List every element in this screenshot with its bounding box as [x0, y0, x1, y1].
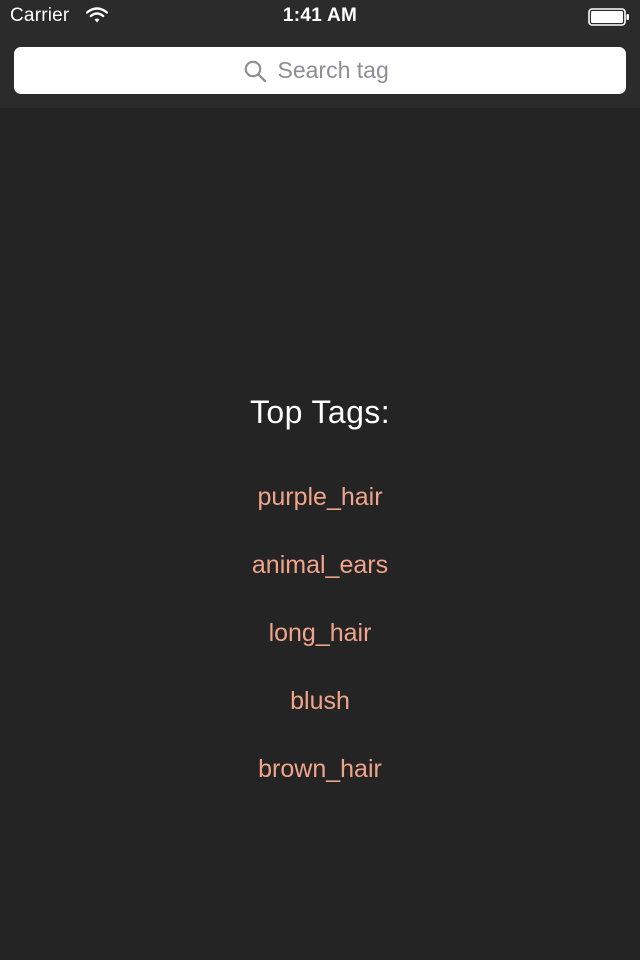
tag-item-animal-ears[interactable]: animal_ears	[0, 548, 640, 616]
status-bar: Carrier 1:41 AM	[0, 0, 640, 34]
tag-item-long-hair[interactable]: long_hair	[0, 616, 640, 684]
search-bar[interactable]	[14, 47, 626, 94]
tag-item-brown-hair[interactable]: brown_hair	[0, 752, 640, 820]
top-bar-area: Carrier 1:41 AM	[0, 0, 640, 108]
search-input[interactable]	[277, 57, 398, 84]
main-content: Top Tags: purple_hair animal_ears long_h…	[0, 108, 640, 960]
status-time: 1:41 AM	[282, 5, 358, 26]
tag-item-blush[interactable]: blush	[0, 684, 640, 752]
tag-list: purple_hair animal_ears long_hair blush …	[0, 480, 640, 820]
search-icon	[244, 60, 266, 82]
tag-item-purple-hair[interactable]: purple_hair	[0, 480, 640, 548]
top-tags-title: Top Tags:	[250, 394, 390, 430]
battery-icon	[588, 8, 629, 26]
